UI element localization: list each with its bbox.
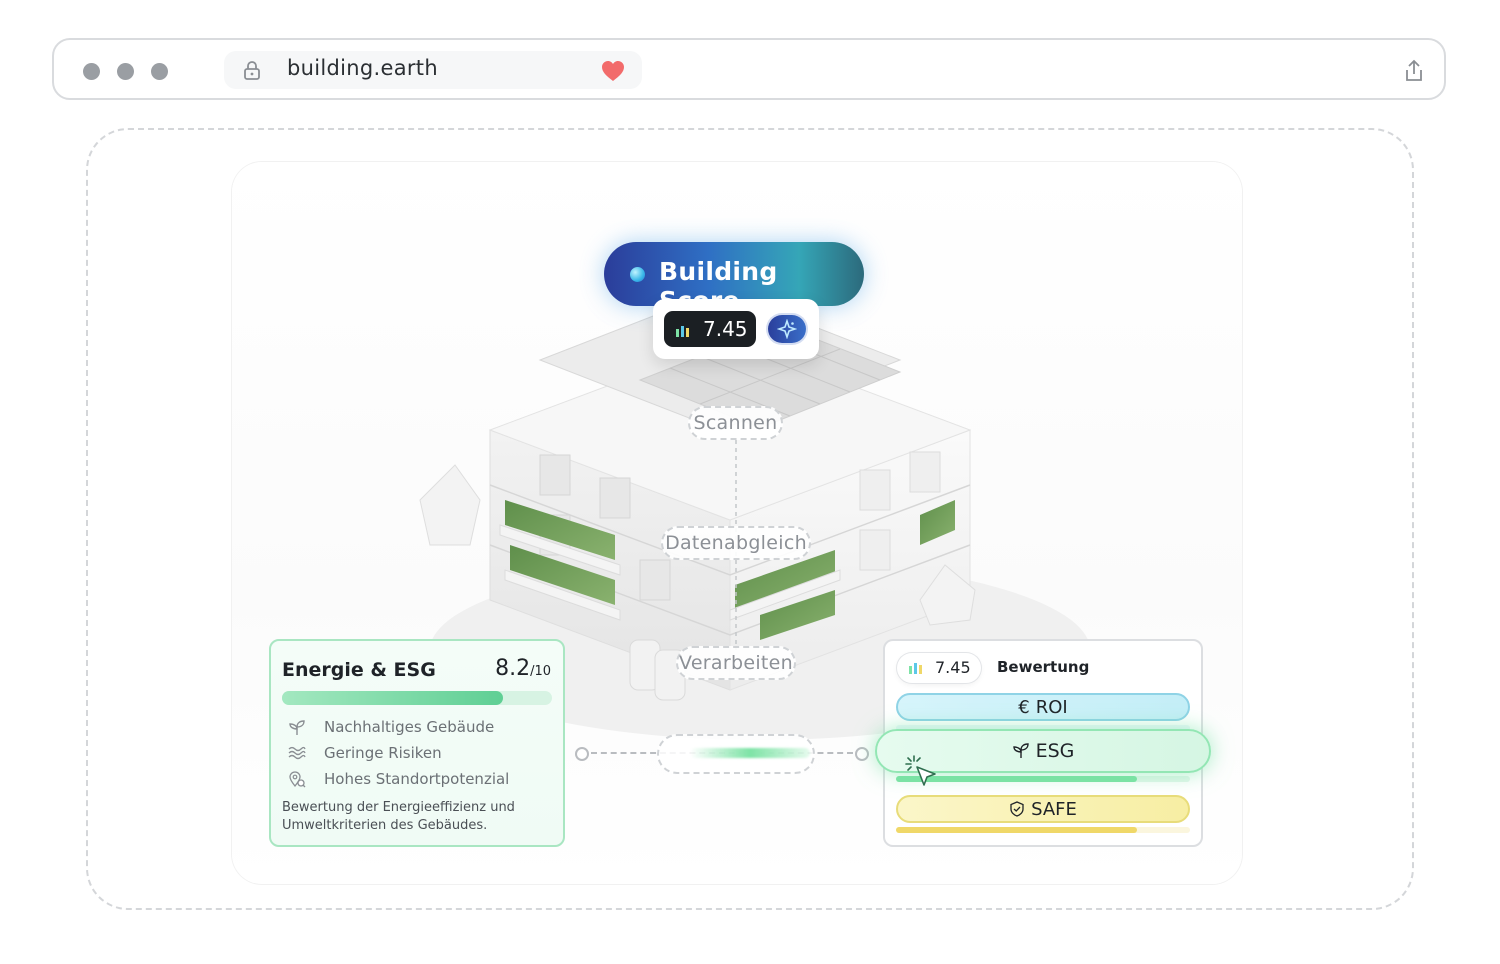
location-search-icon [289,771,306,788]
energy-progress-fill [282,691,504,705]
window-minimize-dot[interactable] [117,63,134,80]
url-text: building.earth [287,56,438,80]
esg-label: ESG [1035,740,1075,762]
rating-score-chip[interactable]: 7.45 [897,653,981,683]
energy-card-description: Bewertung der Energieeffizienz und Umwel… [282,800,515,833]
window-maximize-dot[interactable] [151,63,168,80]
energy-esg-card[interactable]: Energie & ESG 8.2/10 Nachhaltiges Gebäud… [269,639,565,847]
address-bar[interactable]: building.earth [224,51,642,89]
bar-chart-icon [676,326,689,337]
bar-chart-icon [909,663,922,674]
connector-glow [690,748,810,758]
building-score-card: 7.45 [653,299,819,359]
ai-sparkle-button[interactable] [768,315,806,343]
energy-score-max: /10 [530,664,551,679]
step-process: Verarbeiten [676,646,796,680]
sparkle-icon [777,319,797,339]
connector-node-right [855,747,869,761]
status-dot-icon [630,267,645,282]
share-icon[interactable] [1403,59,1425,83]
sprout-icon [1012,743,1029,758]
waves-icon [288,746,306,760]
euro-icon: € [1018,697,1030,718]
safe-label: SAFE [1031,799,1077,820]
step-scan: Scannen [688,406,783,440]
step-data-match: Datenabgleich [661,526,811,560]
energy-card-title: Energie & ESG [282,659,436,681]
click-cursor-icon [905,755,936,786]
connector-node-left [575,747,589,761]
energy-item-label: Nachhaltiges Gebäude [324,718,495,736]
rating-score-value: 7.45 [935,658,971,677]
score-value-chip[interactable]: 7.45 [664,311,756,347]
energy-item-label: Hohes Standortpotenzial [324,770,510,788]
safe-button[interactable]: SAFE [896,795,1190,823]
score-value: 7.45 [703,317,748,341]
heart-icon[interactable] [601,60,625,82]
energy-card-score: 8.2/10 [495,656,551,681]
lock-icon [244,61,260,80]
safe-progress-track [896,827,1190,833]
window-close-dot[interactable] [83,63,100,80]
safe-progress-fill [896,827,1138,833]
building-score-banner: Building Score [604,242,864,315]
roi-button[interactable]: € ROI [896,693,1190,721]
energy-item-label: Geringe Risiken [324,744,442,762]
energy-progress-track [282,691,552,705]
roi-label: ROI [1035,697,1068,718]
browser-toolbar: building.earth [52,38,1446,100]
rating-label: Bewertung [997,658,1090,676]
shield-check-icon [1010,801,1024,817]
energy-score-value: 8.2 [495,656,531,681]
sprout-icon [289,720,305,735]
